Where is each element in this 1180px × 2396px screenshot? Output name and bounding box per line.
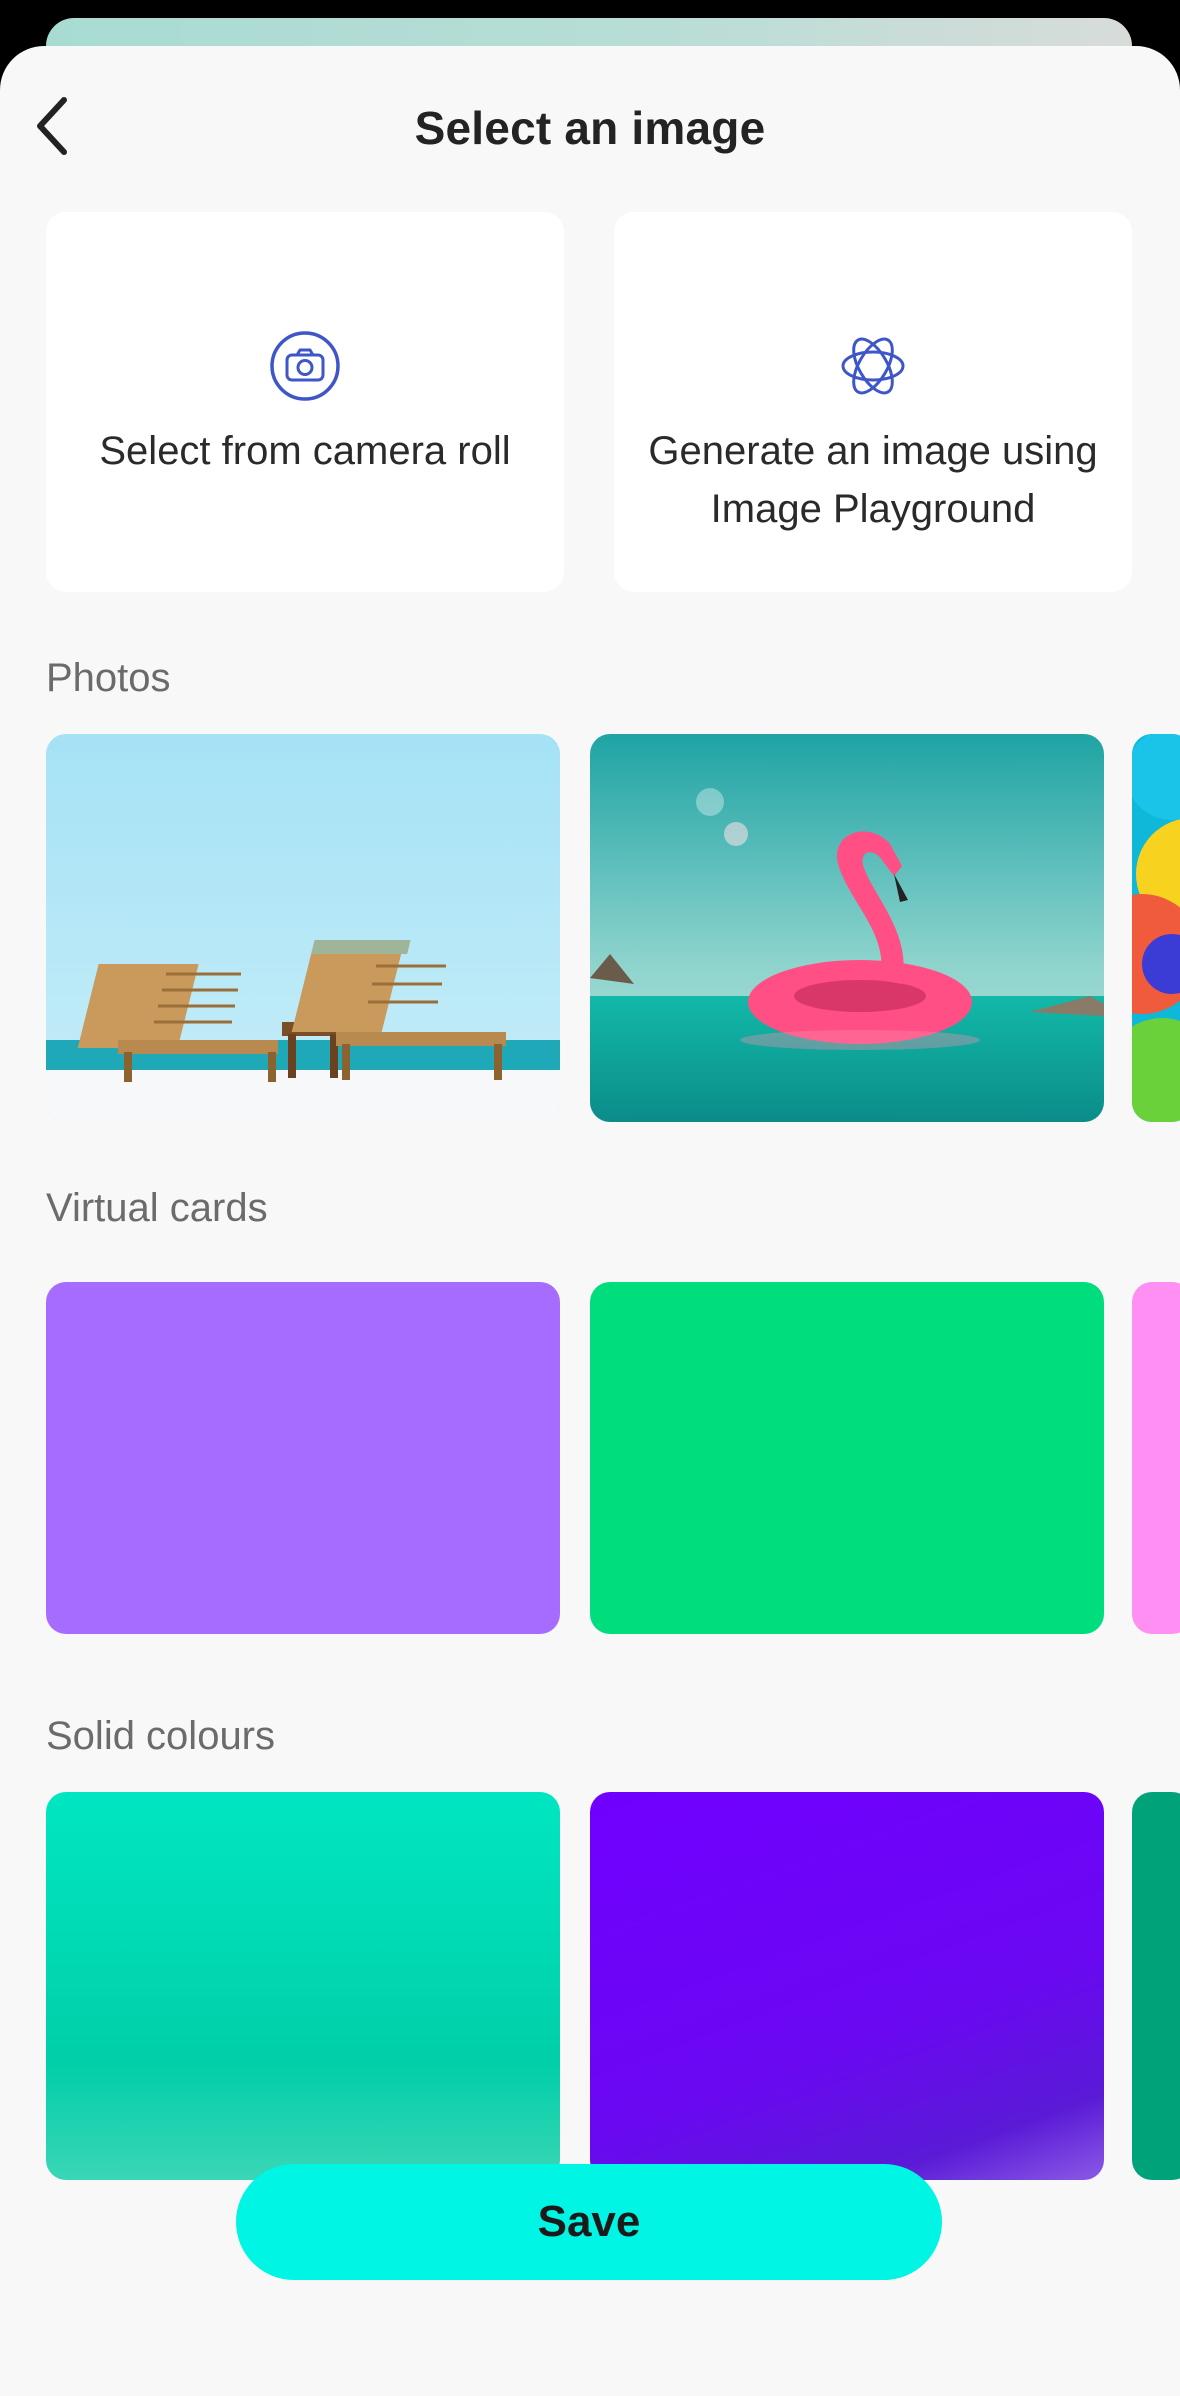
solid-colour-violet[interactable] — [590, 1792, 1104, 2180]
balloons-image — [1132, 734, 1180, 1122]
image-playground-option[interactable]: Generate an image using Image Playground — [614, 212, 1132, 592]
photo-tile-flamingo-float[interactable] — [590, 734, 1104, 1122]
photos-row — [0, 734, 1180, 1122]
virtual-cards-section-label: Virtual cards — [46, 1186, 268, 1230]
image-playground-label: Generate an image using Image Playground — [648, 429, 1098, 531]
photo-tile-beach-loungers[interactable] — [46, 734, 560, 1122]
camera-roll-label: Select from camera roll — [99, 429, 511, 473]
solid-colours-row — [0, 1792, 1180, 2180]
image-playground-icon — [837, 330, 909, 402]
camera-roll-option[interactable]: Select from camera roll — [46, 212, 564, 592]
virtual-cards-row — [0, 1282, 1180, 1634]
save-button[interactable]: Save — [236, 2164, 942, 2280]
flamingo-float-image — [590, 734, 1104, 1122]
solid-colour-teal[interactable] — [46, 1792, 560, 2180]
image-picker-sheet: Select an image Select from camera roll … — [0, 46, 1180, 2396]
photos-section-label: Photos — [46, 656, 171, 700]
solid-colour-green[interactable] — [1132, 1792, 1180, 2180]
page-title: Select an image — [414, 102, 766, 154]
virtual-card-green[interactable] — [590, 1282, 1104, 1634]
beach-loungers-image — [46, 734, 560, 1122]
virtual-card-pink[interactable] — [1132, 1282, 1180, 1634]
header: Select an image — [0, 46, 1180, 216]
virtual-card-purple[interactable] — [46, 1282, 560, 1634]
photo-tile-balloons[interactable] — [1132, 734, 1180, 1122]
solid-colours-section-label: Solid colours — [46, 1714, 276, 1758]
camera-icon — [269, 330, 341, 402]
